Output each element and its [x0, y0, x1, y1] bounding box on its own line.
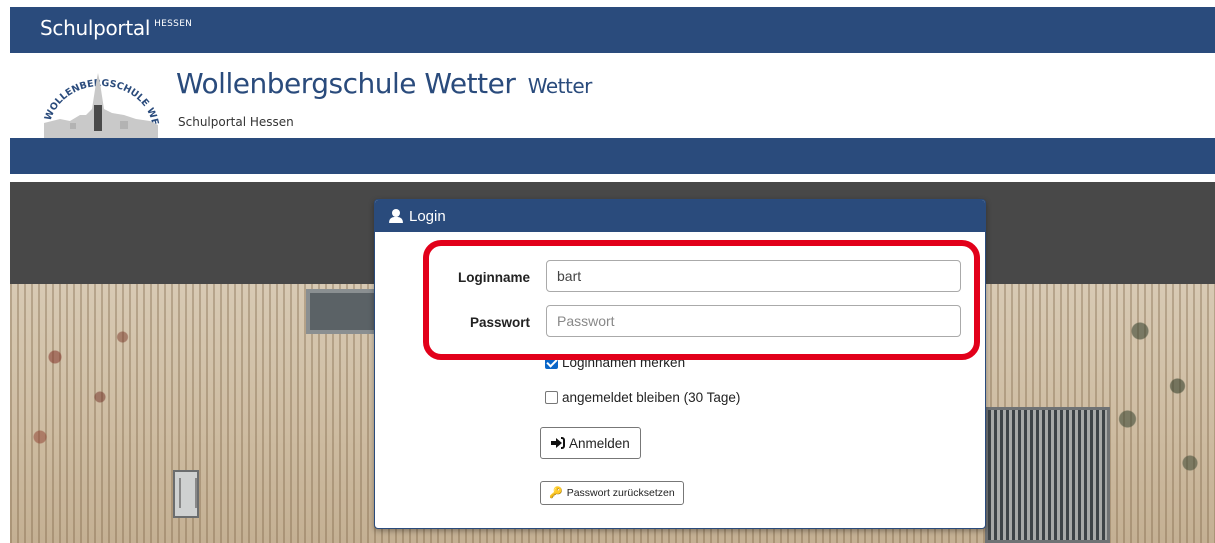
portal-brand[interactable]: Schulportal HESSEN	[40, 16, 192, 40]
login-panel: Login Loginname Passwort Loginnamen merk…	[374, 199, 986, 529]
reset-password-button[interactable]: 🔑 Passwort zurücksetzen	[540, 481, 684, 505]
stay-logged-in-option[interactable]: angemeldet bleiben (30 Tage)	[545, 390, 740, 405]
school-city: Wetter	[527, 74, 593, 98]
school-logo[interactable]: WOLLENBERGSCHULE WETTER	[40, 63, 160, 139]
sign-in-icon	[551, 437, 565, 449]
school-subtitle: Schulportal Hessen	[178, 115, 294, 129]
stay-logged-in-checkbox[interactable]	[545, 391, 558, 404]
login-button[interactable]: Anmelden	[540, 427, 641, 459]
top-bar: Schulportal HESSEN	[10, 7, 1215, 53]
school-name: Wollenbergschule Wetter	[176, 67, 516, 100]
login-heading: Login	[409, 208, 446, 225]
user-icon	[389, 209, 403, 223]
key-icon: 🔑	[549, 486, 563, 499]
login-button-label: Anmelden	[569, 435, 630, 451]
stay-logged-in-label[interactable]: angemeldet bleiben (30 Tage)	[562, 390, 740, 405]
password-label: Passwort	[469, 315, 530, 330]
nav-bar	[10, 138, 1215, 178]
school-title: Wollenbergschule Wetter Wetter	[176, 67, 592, 100]
password-input[interactable]	[546, 305, 961, 337]
page: SchulportalHESSEN WOLLENBERGSCHULE WETTE…	[10, 7, 1215, 543]
login-panel-header: Login	[375, 200, 985, 232]
remember-login-option[interactable]: Loginnamen merken	[545, 355, 685, 370]
username-label: Loginname	[457, 270, 530, 285]
foliage-right	[1090, 287, 1215, 507]
username-input[interactable]	[546, 260, 961, 292]
school-header: WOLLENBERGSCHULE WETTER Wollenbergschule…	[10, 53, 1215, 139]
portal-brand-name: Schulportal	[40, 16, 151, 40]
reset-password-label: Passwort zurücksetzen	[566, 487, 675, 499]
background-lamp	[173, 470, 199, 518]
portal-brand-suffix: HESSEN	[154, 19, 193, 29]
remember-login-label[interactable]: Loginnamen merken	[562, 355, 685, 370]
remember-login-checkbox[interactable]	[545, 356, 558, 369]
background-blinds	[985, 407, 1110, 543]
foliage-left	[10, 297, 160, 497]
